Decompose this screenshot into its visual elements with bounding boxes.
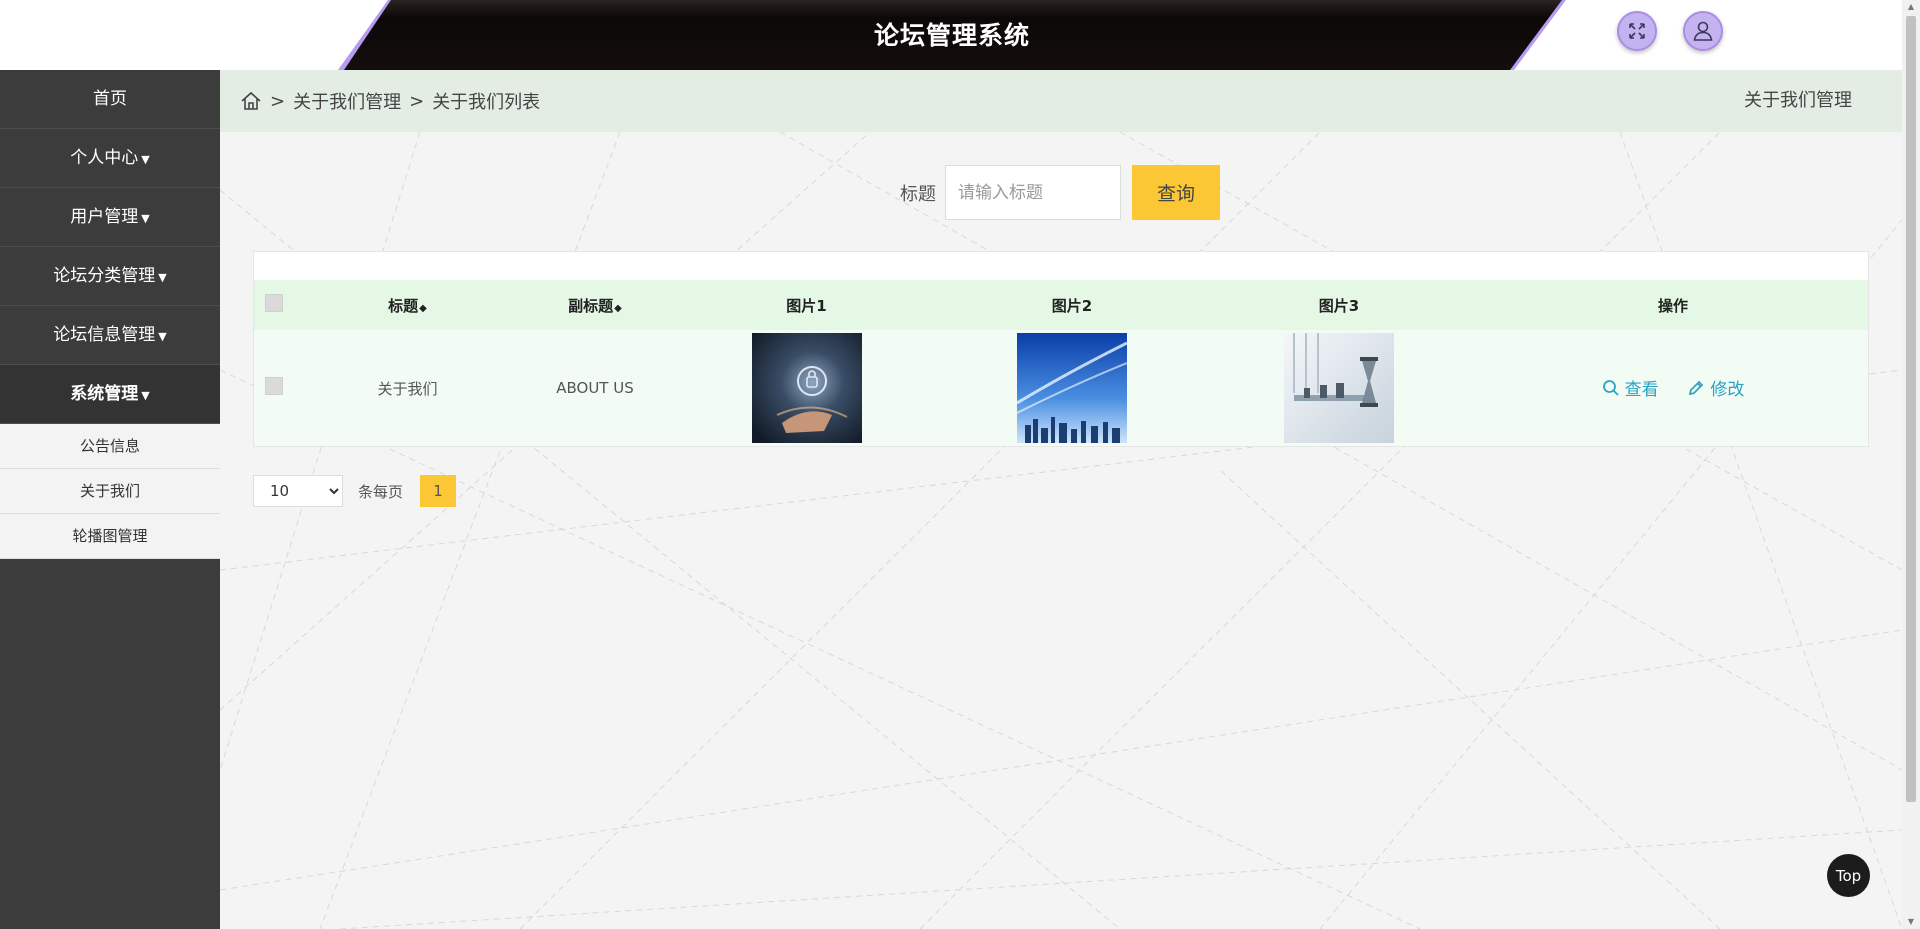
table-row: 关于我们 ABOUT US 查看 修改 — [254, 330, 1868, 446]
sidebar-item-label: 论坛信息管理 — [53, 325, 156, 345]
data-table: 标题◆ 副标题◆ 图片1 图片2 图片3 操作 关于我们 ABOUT US 查看… — [253, 251, 1869, 447]
page-title: 关于我们管理 — [1744, 90, 1852, 111]
image3-thumbnail — [1284, 333, 1394, 443]
main-content: > 关于我们管理 > 关于我们列表 关于我们管理 标题 查询 标题◆ 副标题◆ … — [220, 70, 1902, 929]
view-button[interactable]: 查看 — [1602, 375, 1659, 400]
caret-down-icon: ▼ — [158, 271, 167, 284]
caret-down-icon: ▼ — [141, 153, 150, 166]
sidebar-item-forum-category[interactable]: 论坛分类管理 ▼ — [0, 247, 220, 306]
scroll-up-icon[interactable]: ▲ — [1902, 0, 1920, 14]
column-header-image3: 图片3 — [1318, 296, 1360, 315]
back-to-top-button[interactable]: Top — [1827, 854, 1870, 897]
system-submenu: 公告信息 关于我们 轮播图管理 — [0, 424, 220, 559]
pagination: 10 条每页 1 — [253, 475, 457, 507]
sidebar-item-personal-center[interactable]: 个人中心 ▼ — [0, 129, 220, 188]
user-icon — [1693, 21, 1713, 41]
column-header-label: 副标题 — [568, 296, 614, 315]
caret-down-icon: ▼ — [141, 212, 150, 225]
image2-thumbnail — [1017, 333, 1127, 443]
submenu-item-carousel[interactable]: 轮播图管理 — [0, 514, 220, 559]
sidebar-item-label: 首页 — [93, 89, 127, 109]
edit-button[interactable]: 修改 — [1687, 375, 1744, 400]
sidebar-item-label: 系统管理 — [70, 384, 139, 404]
caret-down-icon: ▼ — [141, 389, 150, 402]
page-number-current[interactable]: 1 — [420, 475, 457, 507]
sidebar-item-label: 论坛分类管理 — [53, 266, 156, 286]
sort-icon[interactable]: ◆ — [419, 303, 427, 314]
breadcrumb-bar: > 关于我们管理 > 关于我们列表 关于我们管理 — [220, 70, 1902, 132]
column-header-label: 标题 — [388, 296, 419, 315]
breadcrumb-level2: 关于我们列表 — [432, 92, 541, 113]
image1-thumbnail — [751, 333, 862, 443]
view-label: 查看 — [1624, 380, 1659, 401]
sidebar-item-system-management[interactable]: 系统管理 ▼ — [0, 365, 220, 424]
user-button[interactable] — [1683, 11, 1723, 51]
cell-title: 关于我们 — [377, 379, 438, 398]
breadcrumb: > 关于我们管理 > 关于我们列表 — [240, 70, 540, 132]
row-checkbox[interactable] — [265, 377, 283, 395]
sidebar: 首页 个人中心 ▼ 用户管理 ▼ 论坛分类管理 ▼ 论坛信息管理 ▼ 系统管理 ▼ 公告信… — [0, 70, 220, 929]
title-search-input[interactable] — [945, 165, 1121, 220]
breadcrumb-separator: > — [409, 90, 425, 112]
cell-actions: 查看 修改 — [1478, 330, 1868, 446]
column-header-image1: 图片1 — [786, 296, 827, 315]
expand-icon — [1629, 23, 1645, 39]
edit-icon — [1689, 380, 1704, 395]
per-page-label: 条每页 — [358, 482, 404, 501]
search-label: 标题 — [900, 183, 936, 205]
submenu-item-about-us[interactable]: 关于我们 — [0, 469, 220, 514]
cell-subtitle: ABOUT US — [556, 379, 634, 397]
search-icon — [1602, 379, 1619, 396]
home-icon[interactable] — [240, 90, 262, 112]
sidebar-item-label: 用户管理 — [70, 207, 139, 227]
breadcrumb-level1[interactable]: 关于我们管理 — [293, 88, 401, 114]
column-header-subtitle[interactable]: 副标题◆ — [521, 280, 669, 330]
select-all-checkbox[interactable] — [265, 294, 283, 312]
top-header: 论坛管理系统 — [0, 0, 1902, 70]
page-size-select[interactable]: 10 — [253, 475, 343, 507]
sidebar-item-user-management[interactable]: 用户管理 ▼ — [0, 188, 220, 247]
column-header-image2: 图片2 — [1051, 296, 1093, 315]
column-header-title[interactable]: 标题◆ — [294, 280, 521, 330]
app-title: 论坛管理系统 — [873, 21, 1030, 50]
sidebar-item-label: 个人中心 — [70, 148, 139, 168]
search-form: 标题 查询 — [900, 165, 1220, 220]
page-scrollbar[interactable]: ▲ ▼ — [1902, 0, 1920, 929]
search-button[interactable]: 查询 — [1132, 165, 1220, 220]
sidebar-item-home[interactable]: 首页 — [0, 70, 220, 129]
scroll-down-icon[interactable]: ▼ — [1902, 915, 1920, 929]
submenu-item-notice[interactable]: 公告信息 — [0, 424, 220, 469]
scrollbar-thumb[interactable] — [1906, 16, 1916, 802]
table-header-row: 标题◆ 副标题◆ 图片1 图片2 图片3 操作 — [254, 280, 1868, 330]
edit-label: 修改 — [1710, 380, 1745, 401]
column-header-actions: 操作 — [1657, 296, 1688, 315]
breadcrumb-separator: > — [270, 90, 286, 112]
sort-icon[interactable]: ◆ — [614, 303, 622, 314]
sidebar-item-forum-info[interactable]: 论坛信息管理 ▼ — [0, 306, 220, 365]
caret-down-icon: ▼ — [158, 330, 167, 343]
fullscreen-button[interactable] — [1617, 11, 1657, 51]
